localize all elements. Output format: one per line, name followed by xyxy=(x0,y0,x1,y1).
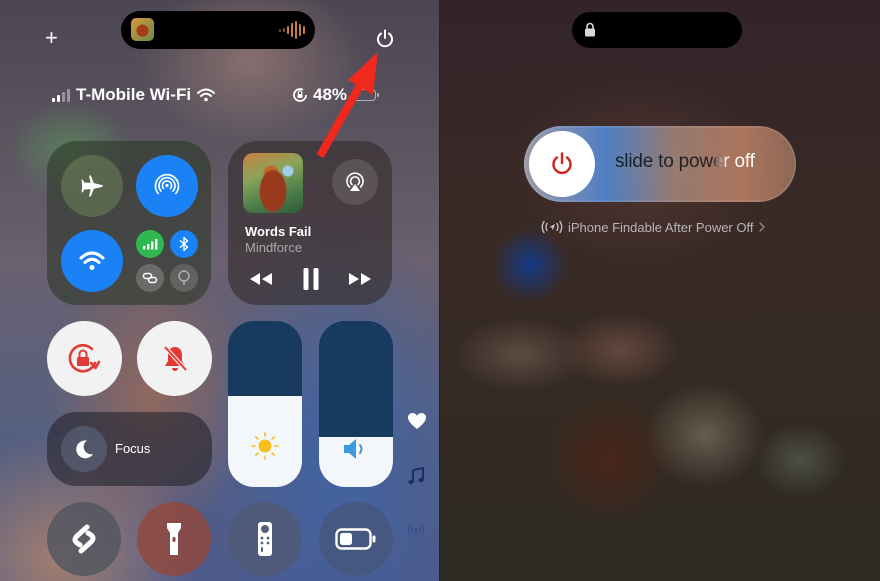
battery-percent: 48% xyxy=(313,85,348,104)
status-bar-right: 48% xyxy=(292,85,380,105)
vpn-toggle[interactable] xyxy=(170,264,198,292)
volume-slider[interactable] xyxy=(319,321,393,487)
airdrop-toggle[interactable] xyxy=(136,155,198,217)
rotation-lock-icon xyxy=(293,88,307,102)
airdrop-icon xyxy=(154,173,180,195)
connectivity-module xyxy=(47,141,211,305)
slide-to-power-off-slider[interactable]: slide to power off xyxy=(524,126,796,202)
music-note-icon[interactable] xyxy=(408,467,424,485)
dynamic-island-locked xyxy=(572,12,742,48)
power-off-screen xyxy=(440,0,880,581)
findable-label: iPhone Findable After Power Off xyxy=(568,219,754,235)
now-playing-artwork-thumbnail xyxy=(131,18,154,41)
airplane-icon xyxy=(81,175,103,197)
album-artwork[interactable] xyxy=(243,153,303,213)
cellular-icon xyxy=(143,239,158,250)
waveform-icon xyxy=(279,21,305,39)
airplay-icon xyxy=(346,172,364,191)
wifi-status-icon xyxy=(197,88,216,102)
find-my-signal-icon xyxy=(541,220,563,234)
shazam-button[interactable] xyxy=(47,502,121,576)
heart-icon[interactable] xyxy=(407,412,427,430)
rewind-button[interactable] xyxy=(248,271,274,287)
dynamic-island[interactable] xyxy=(121,11,315,49)
moon-icon xyxy=(76,440,93,459)
now-playing-module[interactable]: Words Fail Mindforce xyxy=(228,141,392,305)
control-center-panel: + T-Mobile Wi-Fi 48% Words Fail Mindforc… xyxy=(0,0,440,581)
focus-label: Focus xyxy=(115,441,151,456)
bluetooth-toggle[interactable] xyxy=(170,230,198,258)
personal-hotspot-toggle[interactable] xyxy=(136,264,164,292)
rotation-lock-icon xyxy=(68,343,100,373)
airplane-mode-toggle[interactable] xyxy=(61,155,123,217)
focus-moon-button xyxy=(61,426,107,472)
shazam-icon xyxy=(72,524,96,554)
hotspot-icon xyxy=(142,272,158,284)
battery-icon xyxy=(352,89,380,101)
carrier-label: T-Mobile Wi-Fi xyxy=(76,85,192,104)
bell-slash-icon xyxy=(163,345,187,371)
speaker-icon xyxy=(344,439,363,459)
song-artist: Mindforce xyxy=(245,240,303,255)
power-icon[interactable] xyxy=(374,28,396,50)
remote-icon xyxy=(258,522,272,556)
antenna-icon[interactable] xyxy=(406,523,426,539)
power-icon xyxy=(552,152,572,175)
wifi-icon xyxy=(79,251,105,270)
slide-to-power-off-label: slide to power off xyxy=(615,151,755,172)
playback-controls xyxy=(248,267,373,291)
focus-button[interactable]: Focus xyxy=(47,412,212,486)
battery-icon xyxy=(335,528,376,550)
flashlight-button[interactable] xyxy=(137,502,211,576)
plus-icon[interactable]: + xyxy=(45,26,58,50)
brightness-slider[interactable] xyxy=(228,321,302,487)
fast-forward-button[interactable] xyxy=(347,271,373,287)
signal-strength-icon xyxy=(52,88,70,102)
low-power-mode-button[interactable] xyxy=(319,502,393,576)
power-off-knob[interactable] xyxy=(529,131,595,197)
sun-icon xyxy=(251,432,279,460)
lock-icon xyxy=(585,22,595,37)
orientation-lock-toggle[interactable] xyxy=(47,321,122,396)
status-bar-left: T-Mobile Wi-Fi xyxy=(52,85,216,105)
wifi-toggle[interactable] xyxy=(61,230,123,292)
pause-button[interactable] xyxy=(302,267,320,291)
cellular-data-toggle[interactable] xyxy=(136,230,164,258)
findable-after-power-off-link[interactable]: iPhone Findable After Power Off xyxy=(540,219,767,235)
vpn-icon xyxy=(178,270,190,285)
apple-tv-remote-button[interactable] xyxy=(228,502,302,576)
flashlight-icon xyxy=(167,523,181,555)
chevron-right-icon xyxy=(759,222,766,232)
silent-mode-toggle[interactable] xyxy=(137,321,212,396)
airplay-button[interactable] xyxy=(332,159,378,205)
song-title: Words Fail xyxy=(245,224,312,239)
bluetooth-icon xyxy=(179,236,189,252)
